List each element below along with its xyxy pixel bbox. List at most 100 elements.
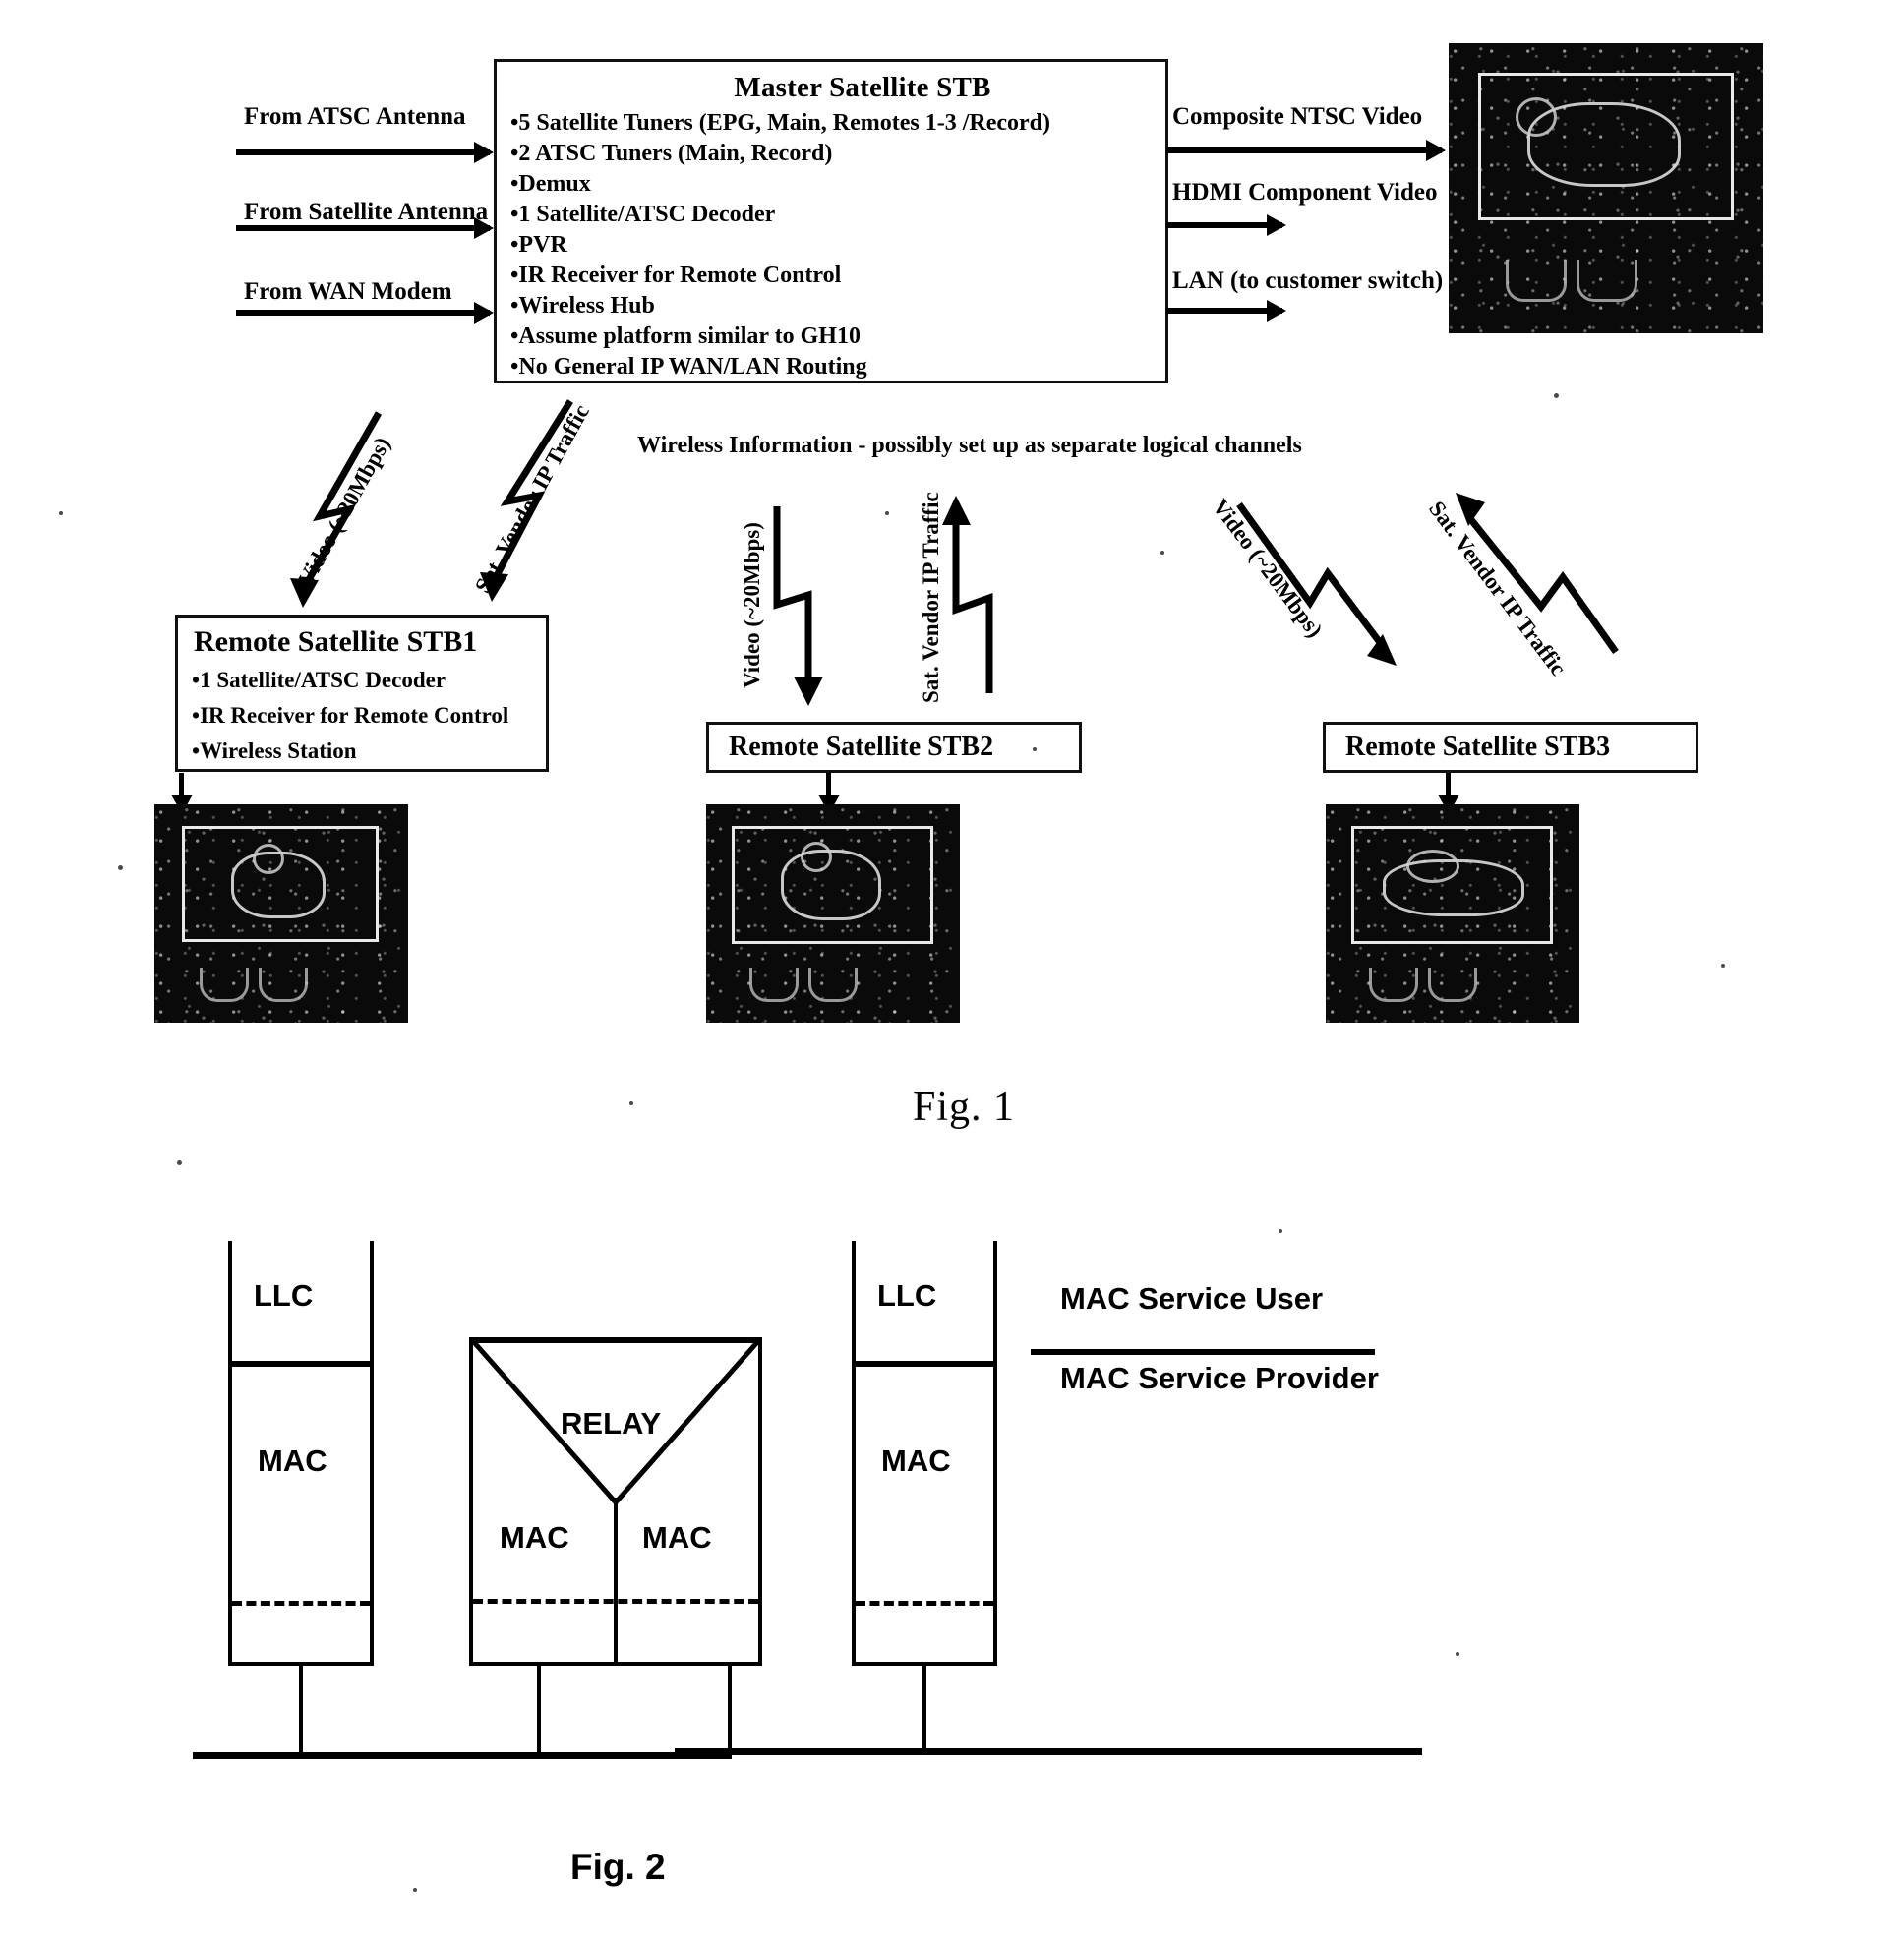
fig2-relay-label: RELAY — [561, 1406, 662, 1441]
tv-display-stb2 — [706, 804, 960, 1023]
fig2-bus-line-right — [675, 1748, 1422, 1755]
fig2-middle-left-mac-label: MAC — [500, 1520, 569, 1555]
master-bullet-text-5: IR Receiver for Remote Control — [518, 263, 842, 288]
scan-speck — [1279, 1229, 1282, 1233]
tv-display-stb3 — [1326, 804, 1579, 1023]
fig2-right-mac-label: MAC — [881, 1443, 951, 1478]
stb1-bullet-0: •1 Satellite/ATSC Decoder — [192, 668, 446, 692]
fig2-left-drop-line — [299, 1666, 303, 1754]
tv-main-display — [1449, 43, 1763, 333]
master-bullet-text-1: 2 ATSC Tuners (Main, Record) — [518, 141, 833, 166]
tv-base-right-1 — [259, 968, 308, 1002]
fig2-right-dashed-line — [856, 1601, 993, 1606]
fig2-middle-right-mac-label: MAC — [642, 1520, 712, 1555]
fig2-middle-center-divider — [614, 1498, 618, 1666]
master-bullet-text-4: PVR — [518, 232, 567, 258]
scan-speck — [1721, 964, 1725, 968]
tv-subject-head-3 — [1406, 850, 1459, 883]
stb1-bullet-1: •IR Receiver for Remote Control — [192, 703, 509, 728]
master-bullet-1: •2 ATSC Tuners (Main, Record) — [510, 141, 833, 166]
scan-speck — [413, 1888, 417, 1892]
stb1-bullet-text-1: IR Receiver for Remote Control — [200, 703, 509, 728]
master-bullet-text-0: 5 Satellite Tuners (EPG, Main, Remotes 1… — [518, 110, 1051, 136]
master-bullet-text-7: Assume platform similar to GH10 — [518, 324, 861, 349]
fig2-right-llc-mac-divider — [852, 1361, 997, 1367]
fig2-mac-service-user-label: MAC Service User — [1060, 1281, 1324, 1316]
arrow-satellite-input — [236, 225, 490, 231]
master-bullet-5: •IR Receiver for Remote Control — [510, 263, 842, 288]
master-bullet-6: •Wireless Hub — [510, 293, 655, 319]
remote-satellite-stb2-box: Remote Satellite STB2 — [706, 722, 1082, 773]
bolt-video-link-2 — [773, 506, 823, 706]
master-bullet-text-8: No General IP WAN/LAN Routing — [518, 354, 867, 380]
master-bullet-text-3: 1 Satellite/ATSC Decoder — [518, 202, 776, 227]
arrow-lan-output — [1166, 308, 1282, 314]
fig2-right-drop-line — [922, 1666, 926, 1754]
tv-base-left-1 — [200, 968, 249, 1002]
fig2-bus-line-left — [193, 1752, 732, 1759]
stb3-title: Remote Satellite STB3 — [1345, 732, 1611, 762]
link-label-sat-ip-2: Sat. Vendor IP Traffic — [919, 492, 943, 703]
tv-base-left-3 — [1369, 968, 1418, 1002]
remote-satellite-stb3-box: Remote Satellite STB3 — [1323, 722, 1698, 773]
master-bullet-text-6: Wireless Hub — [518, 293, 655, 319]
scan-speck — [1554, 393, 1559, 398]
bolt-video-link-3 — [1236, 501, 1397, 666]
scan-speck — [59, 511, 63, 515]
remote-satellite-stb1-box: Remote Satellite STB1 •1 Satellite/ATSC … — [175, 615, 549, 772]
fig2-middle-left-drop-line — [537, 1666, 541, 1754]
input-label-satellite-antenna: From Satellite Antenna — [244, 199, 489, 225]
output-label-composite-ntsc-video: Composite NTSC Video — [1172, 103, 1423, 130]
tv-subject-head-main — [1516, 97, 1557, 137]
stb1-bullet-text-0: 1 Satellite/ATSC Decoder — [200, 668, 446, 692]
stb1-title: Remote Satellite STB1 — [194, 625, 478, 658]
arrow-composite-output — [1166, 147, 1442, 153]
tv-subject-head-1 — [253, 844, 284, 874]
tv-base-left-main — [1506, 260, 1567, 302]
scan-speck — [118, 865, 123, 870]
patent-drawing-page: From ATSC Antenna From Satellite Antenna… — [0, 0, 1904, 1943]
tv-base-right-2 — [808, 968, 858, 1002]
master-bullet-8: •No General IP WAN/LAN Routing — [510, 354, 867, 380]
master-bullet-2: •Demux — [510, 171, 591, 197]
tv-base-right-3 — [1428, 968, 1477, 1002]
scan-speck — [629, 1101, 633, 1105]
fig2-left-dashed-line — [232, 1601, 370, 1606]
fig2-left-mac-label: MAC — [258, 1443, 327, 1478]
fig2-right-llc-label: LLC — [877, 1278, 937, 1313]
output-label-lan: LAN (to customer switch) — [1172, 267, 1444, 294]
scan-speck — [177, 1160, 182, 1165]
figure-1-caption: Fig. 1 — [913, 1085, 1016, 1130]
fig2-middle-right-drop-line — [728, 1666, 732, 1754]
figure-2-caption: Fig. 2 — [570, 1847, 666, 1887]
arrow-wan-input — [236, 310, 490, 316]
tv-base-right-main — [1577, 260, 1637, 302]
scan-speck — [1033, 747, 1037, 751]
input-label-atsc-antenna: From ATSC Antenna — [244, 103, 466, 130]
stb2-title: Remote Satellite STB2 — [729, 732, 994, 762]
master-bullet-0: •5 Satellite Tuners (EPG, Main, Remotes … — [510, 110, 1051, 136]
stb1-bullet-text-2: Wireless Station — [200, 738, 357, 763]
stb1-bullet-2: •Wireless Station — [192, 738, 357, 763]
master-bullet-text-2: Demux — [518, 171, 591, 197]
tv-display-stb1 — [154, 804, 408, 1023]
tv-base-left-2 — [749, 968, 799, 1002]
fig2-left-llc-mac-divider — [228, 1361, 374, 1367]
tv-subject-head-2 — [801, 842, 832, 872]
bolt-sat-ip-link-1 — [480, 399, 573, 602]
scan-speck — [885, 511, 889, 515]
fig2-left-llc-label: LLC — [254, 1278, 314, 1313]
scan-speck — [1160, 551, 1164, 555]
fig2-middle-dashed-line — [473, 1599, 758, 1604]
scan-speck — [1456, 1652, 1459, 1656]
fig2-mac-service-provider-label: MAC Service Provider — [1060, 1361, 1379, 1395]
master-bullet-7: •Assume platform similar to GH10 — [510, 324, 861, 349]
input-label-wan-modem: From WAN Modem — [244, 278, 452, 305]
master-satellite-stb-box: Master Satellite STB •5 Satellite Tuners… — [494, 59, 1168, 383]
arrow-atsc-input — [236, 149, 490, 155]
master-bullet-4: •PVR — [510, 232, 567, 258]
arrow-hdmi-output — [1166, 222, 1282, 228]
output-label-hdmi-component-video: HDMI Component Video — [1172, 179, 1438, 206]
master-bullet-3: •1 Satellite/ATSC Decoder — [510, 202, 776, 227]
master-stb-title: Master Satellite STB — [734, 72, 991, 103]
